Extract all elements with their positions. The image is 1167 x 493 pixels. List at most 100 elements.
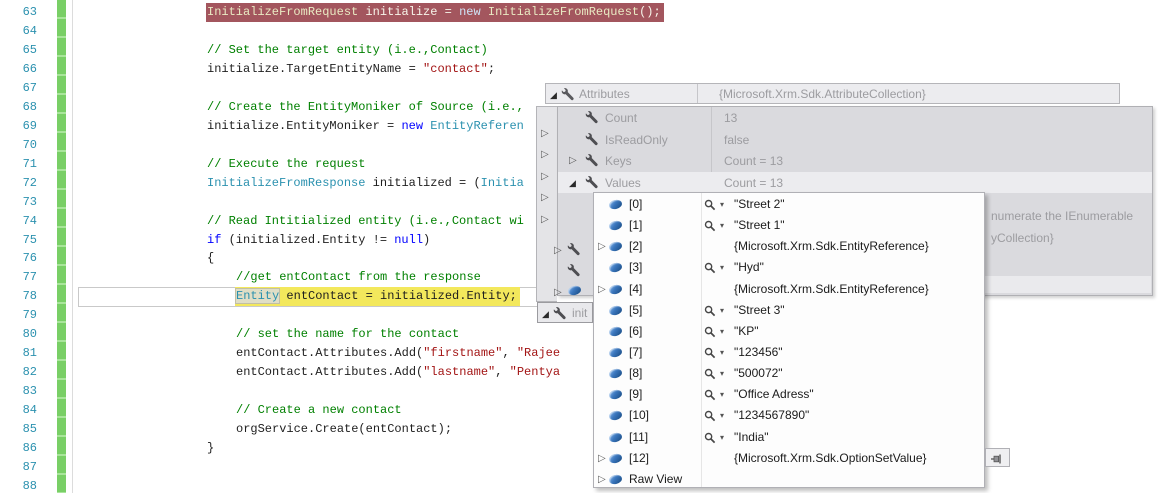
code-line[interactable]: }	[207, 439, 214, 458]
code-line[interactable]: InitializeFromResponse initialized = (In…	[207, 174, 524, 193]
line-number[interactable]: 73	[0, 193, 37, 212]
collapsed-expander-icon[interactable]: ▷	[541, 150, 549, 160]
values-list-row[interactable]: ▷ [2] {Microsoft.Xrm.Sdk.EntityReference}	[594, 235, 984, 256]
values-list-row[interactable]: [9] ▾ "Office Adress"	[594, 383, 984, 404]
line-number[interactable]: 67	[0, 79, 37, 98]
line-number[interactable]: 81	[0, 344, 37, 363]
values-list-row[interactable]: ▷ Raw View	[594, 468, 984, 489]
collapsed-expander-icon[interactable]: ▷	[569, 156, 577, 166]
line-number[interactable]: 88	[0, 477, 37, 493]
code-line[interactable]: initialize.TargetEntityName = "contact";	[207, 60, 495, 79]
code-line[interactable]: // Execute the request	[207, 155, 365, 174]
code-token: // set the name for the contact	[236, 327, 460, 342]
line-number[interactable]: 75	[0, 231, 37, 250]
line-number[interactable]: 65	[0, 41, 37, 60]
line-number[interactable]: 66	[0, 60, 37, 79]
code-line[interactable]: // Set the target entity (i.e.,Contact)	[207, 41, 488, 60]
collapsed-expander-icon[interactable]: ▷	[598, 474, 606, 485]
values-list-row[interactable]: [6] ▾ "KP"	[594, 320, 984, 341]
line-number[interactable]: 74	[0, 212, 37, 231]
index-label: [2]	[629, 239, 643, 254]
dropdown-caret-icon[interactable]: ▾	[720, 349, 724, 357]
line-number[interactable]: 87	[0, 458, 37, 477]
code-line[interactable]: orgService.Create(entContact);	[236, 420, 452, 439]
line-number[interactable]: 64	[0, 22, 37, 41]
expanded-expander-icon[interactable]: ◢	[550, 90, 557, 100]
line-number[interactable]: 85	[0, 420, 37, 439]
code-line[interactable]: //get entContact from the response	[236, 268, 481, 287]
line-number[interactable]: 63	[0, 3, 37, 22]
dropdown-caret-icon[interactable]: ▾	[720, 370, 724, 378]
datatip-attributes-row[interactable]: ◢ Attributes {Microsoft.Xrm.Sdk.Attribut…	[545, 83, 1120, 104]
values-list-row[interactable]: [1] ▾ "Street 1"	[594, 214, 984, 235]
occluded-text-fragment: yCollection}	[991, 231, 1054, 245]
datatip-values-list[interactable]: [0] ▾ "Street 2" [1] ▾ "Street 1" ▷ [2] {Microso…	[593, 192, 1010, 489]
code-editor-with-datatip: InitializeFromRequest initialize = new I…	[0, 0, 1167, 493]
values-list-row[interactable]: [0] ▾ "Street 2"	[594, 193, 984, 214]
values-list-row[interactable]: ▷ [12] {Microsoft.Xrm.Sdk.OptionSetValue}	[594, 447, 1010, 468]
code-token: "firstname"	[423, 346, 503, 361]
line-number[interactable]: 84	[0, 401, 37, 420]
code-line[interactable]: entContact.Attributes.Add("firstname", "…	[236, 344, 560, 363]
collapsed-expander-icon[interactable]: ▷	[598, 453, 606, 464]
values-list-row[interactable]: [10] ▾ "1234567890"	[594, 404, 984, 425]
dropdown-caret-icon[interactable]: ▾	[720, 306, 724, 315]
line-number[interactable]: 77	[0, 268, 37, 287]
dropdown-caret-icon[interactable]: ▾	[720, 412, 724, 420]
value-text: "India"	[734, 429, 769, 444]
index-label: [0]	[629, 197, 643, 211]
expanded-expander-icon[interactable]: ◢	[542, 309, 549, 319]
collapsed-expander-icon[interactable]: ▷	[598, 284, 606, 295]
collapsed-expander-icon[interactable]: ▷	[541, 215, 549, 225]
dropdown-caret-icon[interactable]: ▾	[720, 264, 724, 272]
values-list-row[interactable]: [3] ▾ "Hyd"	[594, 256, 984, 277]
collapsed-expander-icon[interactable]: ▷	[554, 246, 562, 256]
line-number[interactable]: 76	[0, 249, 37, 268]
values-list-row[interactable]: ▷ [4] {Microsoft.Xrm.Sdk.EntityReference}	[594, 278, 984, 299]
values-list-row[interactable]: [11] ▾ "India"	[594, 426, 984, 447]
code-line[interactable]: // Create the EntityMoniker of Source (i…	[207, 98, 524, 117]
line-number[interactable]: 70	[0, 136, 37, 155]
collapsed-expander-icon[interactable]: ▷	[598, 242, 606, 252]
line-number[interactable]: 78	[0, 287, 37, 306]
collapsed-expander-icon[interactable]: ▷	[541, 172, 549, 182]
line-number[interactable]: 71	[0, 155, 37, 174]
line-number[interactable]: 69	[0, 117, 37, 136]
code-line[interactable]: entContact.Attributes.Add("lastname", "P…	[236, 363, 560, 382]
line-number[interactable]: 80	[0, 325, 37, 344]
index-label: [3]	[629, 260, 643, 275]
code-line[interactable]: Entity entContact = initialized.Entity;	[235, 287, 520, 307]
values-list-row[interactable]: [8] ▾ "500072"	[594, 362, 984, 383]
code-line[interactable]: // Read Intitialized entity (i.e.,Contac…	[207, 212, 524, 231]
datatip-member-row[interactable]: ◢ Values Count = 13	[558, 171, 1152, 193]
code-line[interactable]: if (initialized.Entity != null)	[207, 231, 430, 250]
code-line[interactable]: {	[207, 249, 214, 268]
dropdown-caret-icon[interactable]: ▾	[720, 201, 724, 209]
dropdown-caret-icon[interactable]: ▾	[720, 222, 724, 230]
line-number[interactable]: 86	[0, 439, 37, 458]
values-list-row[interactable]: [5] ▾ "Street 3"	[594, 299, 984, 320]
code-line[interactable]: // Create a new contact	[236, 401, 402, 420]
line-number[interactable]: 82	[0, 363, 37, 382]
line-number[interactable]: 68	[0, 98, 37, 117]
line-number[interactable]: 72	[0, 174, 37, 193]
datatip-member-row[interactable]: Count 13	[558, 107, 1152, 129]
code-line[interactable]: initialize.EntityMoniker = new EntityRef…	[207, 117, 524, 136]
code-line[interactable]: // set the name for the contact	[236, 325, 459, 344]
dropdown-caret-icon[interactable]: ▾	[720, 327, 724, 336]
code-token: orgService.Create(entContact);	[236, 422, 453, 437]
line-number[interactable]: 79	[0, 306, 37, 325]
code-line[interactable]: InitializeFromRequest initialize = new I…	[206, 3, 664, 22]
values-list-row[interactable]: [7] ▾ "123456"	[594, 341, 984, 362]
dropdown-caret-icon[interactable]: ▾	[720, 391, 724, 399]
expanded-expander-icon[interactable]: ◢	[569, 178, 576, 188]
datatip-root-row[interactable]: ◢ init	[537, 302, 593, 323]
collapsed-expander-icon[interactable]: ▷	[541, 129, 549, 139]
collapsed-expander-icon[interactable]: ▷	[541, 193, 549, 203]
collapsed-expander-icon[interactable]: ▷	[554, 288, 562, 298]
datatip-member-row[interactable]: ▷ Keys Count = 13	[558, 150, 1152, 172]
line-number[interactable]: 83	[0, 382, 37, 401]
pin-button[interactable]	[985, 447, 1010, 467]
dropdown-caret-icon[interactable]: ▾	[720, 433, 724, 442]
datatip-member-row[interactable]: IsReadOnly false	[558, 129, 1152, 151]
